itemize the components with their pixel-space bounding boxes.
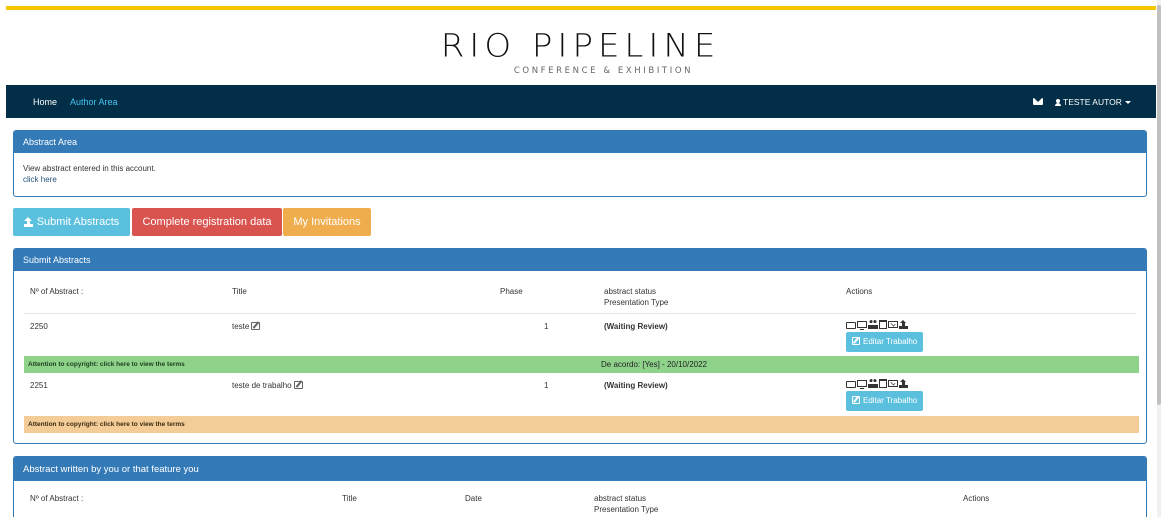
- logo-subtitle: CONFERENCE & EXHIBITION: [513, 66, 694, 76]
- upload-icon: [23, 217, 33, 226]
- header-actions: Actions: [963, 494, 990, 503]
- header-status: abstract status: [604, 287, 657, 296]
- top-accent-bar: [6, 6, 1156, 10]
- edit-icon: [852, 337, 860, 345]
- row-title: teste: [232, 322, 261, 332]
- header-divider: [24, 313, 1136, 314]
- written-abstracts-panel: Abstract written by you or that feature …: [13, 456, 1147, 517]
- header-actions: Actions: [846, 287, 873, 296]
- abstract-area-text: View abstract entered in this account.: [23, 164, 156, 173]
- copyright-notice-row[interactable]: Attention to copyright: click here to vi…: [24, 356, 1139, 373]
- nav-author-area[interactable]: Author Area: [70, 97, 118, 107]
- upload-icon[interactable]: [899, 320, 908, 329]
- row-action-icons: [846, 320, 908, 330]
- row-action-icons: [846, 379, 908, 389]
- copyright-notice-link[interactable]: Attention to copyright: click here to vi…: [28, 421, 185, 428]
- monitor-icon[interactable]: [857, 321, 867, 330]
- header-number: Nº of Abstract :: [30, 494, 84, 503]
- envelope-icon[interactable]: [888, 380, 898, 387]
- user-menu[interactable]: TESTE AUTOR: [1055, 97, 1131, 107]
- scrollbar-thumb[interactable]: [1157, 5, 1161, 405]
- agreement-status: De acordo: [Yes] - 20/10/2022: [601, 360, 707, 369]
- edit-title-icon[interactable]: [251, 322, 261, 330]
- header-presentation: Presentation Type: [594, 505, 659, 514]
- header-title: Title: [232, 287, 247, 296]
- written-abstracts-title: Abstract written by you or that feature …: [14, 457, 1146, 481]
- copyright-notice-link[interactable]: Attention to copyright: click here to vi…: [28, 361, 185, 368]
- header-title: Title: [342, 494, 357, 503]
- view-abstracts-link[interactable]: click here: [23, 174, 1137, 185]
- monitor-icon[interactable]: [857, 380, 867, 389]
- folder-icon[interactable]: [846, 381, 856, 388]
- submit-abstracts-title: Submit Abstracts: [14, 249, 1146, 271]
- row-phase: 1: [544, 381, 549, 390]
- copyright-notice-row[interactable]: Attention to copyright: click here to vi…: [24, 416, 1139, 433]
- user-icon: [1055, 99, 1061, 106]
- submit-abstracts-label: Submit Abstracts: [36, 216, 120, 228]
- edit-work-button[interactable]: Editar Trabalho: [846, 391, 924, 411]
- edit-title-icon[interactable]: [293, 381, 303, 389]
- row-phase: 1: [544, 322, 549, 331]
- abstract-area-title: Abstract Area: [14, 131, 1146, 153]
- coauthors-icon[interactable]: [868, 320, 878, 329]
- upload-icon[interactable]: [899, 379, 908, 388]
- folder-icon[interactable]: [846, 322, 856, 329]
- main-navbar: Home Author Area TESTE AUTOR: [6, 85, 1156, 118]
- trash-icon[interactable]: [879, 379, 887, 388]
- header-number: Nº of Abstract :: [30, 287, 84, 296]
- submit-abstracts-panel: Submit Abstracts Nº of Abstract : Title …: [13, 248, 1147, 444]
- row-number: 2251: [30, 381, 48, 390]
- header-date: Date: [465, 494, 482, 503]
- mail-icon[interactable]: [1033, 97, 1043, 105]
- user-name: TESTE AUTOR: [1063, 97, 1122, 107]
- edit-work-button[interactable]: Editar Trabalho: [846, 332, 924, 352]
- logo-title: RIO PIPELINE: [440, 27, 721, 65]
- trash-icon[interactable]: [879, 320, 887, 329]
- my-invitations-button[interactable]: My Invitations: [283, 208, 371, 236]
- site-logo[interactable]: RIO PIPELINE CONFERENCE & EXHIBITION: [0, 28, 1161, 76]
- caret-down-icon: [1124, 101, 1131, 104]
- header-status: abstract status: [594, 494, 647, 503]
- coauthors-icon[interactable]: [868, 379, 878, 388]
- submit-abstracts-button[interactable]: Submit Abstracts: [13, 208, 130, 236]
- envelope-icon[interactable]: [888, 321, 898, 328]
- abstract-area-panel: Abstract Area View abstract entered in t…: [13, 130, 1147, 197]
- complete-registration-button[interactable]: Complete registration data: [132, 208, 282, 236]
- header-presentation: Presentation Type: [604, 298, 669, 307]
- nav-home[interactable]: Home: [33, 97, 57, 107]
- header-phase: Phase: [500, 287, 523, 296]
- row-status: (Waiting Review): [604, 381, 668, 390]
- row-status: (Waiting Review): [604, 322, 668, 331]
- row-title: teste de trabalho: [232, 381, 303, 391]
- row-number: 2250: [30, 322, 48, 331]
- edit-icon: [852, 396, 860, 404]
